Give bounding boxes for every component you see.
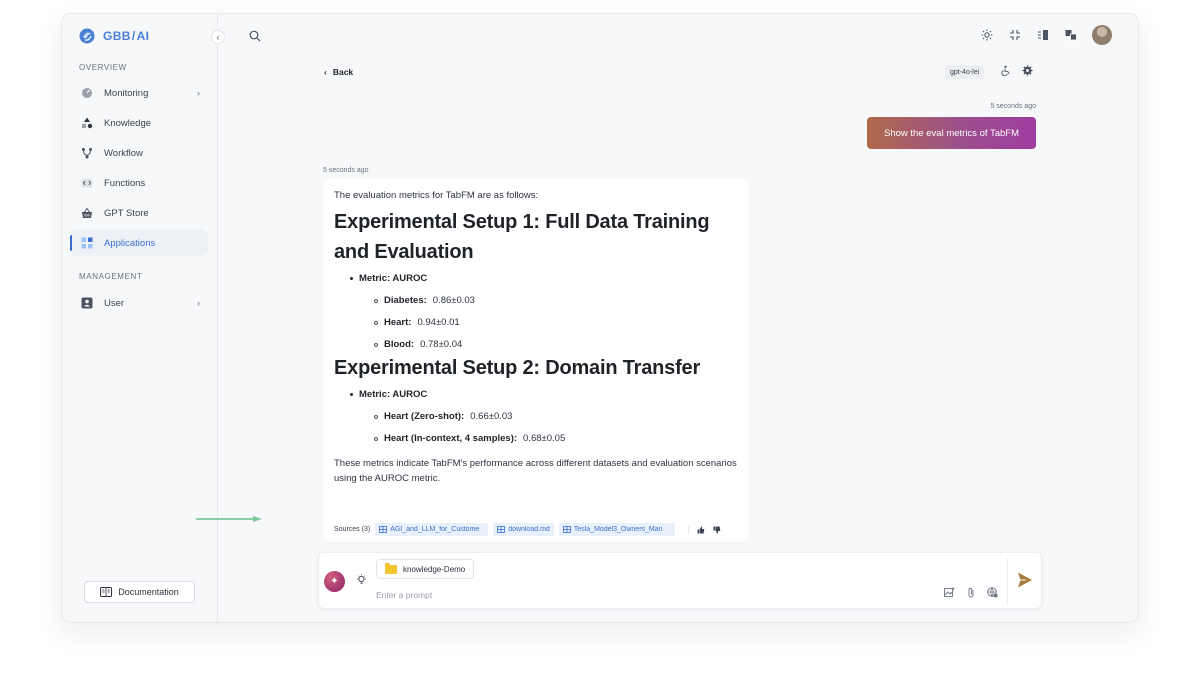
book-icon <box>100 587 113 597</box>
code-icon <box>80 176 94 190</box>
source-chip[interactable]: download.md <box>493 523 554 536</box>
top-toolbar <box>980 25 1112 45</box>
divider <box>1007 558 1008 605</box>
sidebar-item-user[interactable]: User › <box>71 290 208 316</box>
assistant-message: The evaluation metrics for TabFM are as … <box>323 179 749 542</box>
setup2-heading: Experimental Setup 2: Domain Transfer <box>334 357 701 379</box>
sidebar-item-knowledge[interactable]: Knowledge <box>71 110 208 136</box>
folder-icon <box>385 562 397 574</box>
table-icon <box>379 526 388 533</box>
knowledge-chip-label: knowledge-Demo <box>403 564 466 574</box>
add-image-icon[interactable] <box>944 587 955 597</box>
sidebar-item-applications[interactable]: Applications <box>70 230 208 256</box>
user-card-icon <box>80 296 94 310</box>
knowledge-chip[interactable]: knowledge-Demo <box>376 559 475 579</box>
answer-intro: The evaluation metrics for TabFM are as … <box>334 190 539 201</box>
brand-logo-icon <box>79 28 95 44</box>
sun-icon[interactable] <box>980 28 994 42</box>
answer-timestamp: 5 seconds ago <box>323 167 369 174</box>
thumbs-down-icon[interactable] <box>713 526 721 534</box>
brand-name: GBB/AI <box>103 29 150 43</box>
brand[interactable]: GBB/AI <box>79 28 149 44</box>
sidebar-item-label: Workflow <box>104 147 143 159</box>
table-icon <box>562 526 571 533</box>
basket-icon <box>80 206 94 220</box>
setup2-metric: Metric: AUROC <box>350 389 738 400</box>
list-item: Diabetes: 0.86±0.03 <box>374 295 738 306</box>
thumbs-up-icon[interactable] <box>697 526 705 534</box>
sources-row: Sources (3) AGI_and_LLM_for_Custome down… <box>334 523 721 536</box>
web-search-icon[interactable] <box>987 587 998 598</box>
setup1-heading: Experimental Setup 1: Full Data Training… <box>334 211 710 263</box>
sidebar-item-monitoring[interactable]: Monitoring › <box>71 80 208 106</box>
chevron-right-icon: › <box>197 298 200 308</box>
settings-gear-icon[interactable] <box>1022 65 1033 79</box>
sidebar-item-label: GPT Store <box>104 207 149 219</box>
bullet-icon <box>350 393 353 396</box>
bullet-icon <box>374 320 378 325</box>
collapse-icon[interactable] <box>1008 28 1022 42</box>
back-button[interactable]: ‹ Back <box>324 67 353 77</box>
bullet-icon <box>374 342 378 347</box>
sidebar-item-label: Monitoring <box>104 87 149 99</box>
shapes-icon <box>80 116 94 130</box>
bullet-icon <box>374 298 378 303</box>
list-item: Heart (In-context, 4 samples): 0.68±0.05 <box>374 433 738 444</box>
accessibility-icon[interactable] <box>1000 65 1011 79</box>
agent-avatar-icon[interactable]: ✦ <box>324 571 345 592</box>
answer-summary: These metrics indicate TabFM's performan… <box>334 458 737 484</box>
bullet-icon <box>374 436 378 441</box>
app-window: GBB/AI ‹ OVERVIEW Monitoring › Knowledge… <box>61 13 1139 623</box>
section-label-overview: OVERVIEW <box>79 63 127 72</box>
avatar[interactable] <box>1092 25 1112 45</box>
bullet-icon <box>374 414 378 419</box>
translate-icon[interactable] <box>1064 28 1078 42</box>
sidebar-item-label: User <box>104 297 125 309</box>
feedback-controls <box>687 525 721 534</box>
chevron-left-icon: ‹ <box>324 67 327 77</box>
list-item: Heart: 0.94±0.01 <box>374 317 738 328</box>
prompt-box: ✦ knowledge-Demo <box>318 552 1042 609</box>
chevron-left-icon: ‹ <box>216 32 220 42</box>
sidebar-item-label: Functions <box>104 177 146 189</box>
panel-icon[interactable] <box>1036 28 1050 42</box>
collapse-sidebar-button[interactable]: ‹ <box>211 30 225 44</box>
user-message-timestamp: 5 seconds ago <box>990 103 1036 110</box>
sidebar-item-workflow[interactable]: Workflow <box>71 140 208 166</box>
grid-icon <box>80 236 94 250</box>
prompt-input[interactable] <box>376 588 916 602</box>
table-icon <box>497 526 506 533</box>
annotation-arrow-icon <box>196 516 262 522</box>
documentation-button[interactable]: Documentation <box>84 581 195 603</box>
user-message: Show the eval metrics of TabFM <box>867 117 1036 149</box>
source-chip[interactable]: AGI_and_LLM_for_Custome <box>375 523 489 536</box>
sidebar-item-gpt-store[interactable]: GPT Store <box>71 200 208 226</box>
lightbulb-icon[interactable] <box>356 574 367 589</box>
prompt-tools <box>944 587 998 598</box>
search-icon[interactable] <box>249 30 261 42</box>
section-label-management: MANAGEMENT <box>79 272 143 281</box>
sidebar-item-label: Knowledge <box>104 117 152 129</box>
setup1-metric: Metric: AUROC <box>350 273 738 284</box>
send-icon[interactable] <box>1017 571 1033 589</box>
source-chip[interactable]: Tesla_Model3_Owners_Man <box>558 523 675 536</box>
sidebar-item-functions[interactable]: Functions <box>71 170 208 196</box>
model-tag[interactable]: gpt-4o-lei <box>945 65 985 79</box>
branch-icon <box>80 146 94 160</box>
bullet-icon <box>350 277 353 280</box>
sources-label: Sources (3) <box>334 526 371 533</box>
gauge-icon <box>80 86 94 100</box>
documentation-label: Documentation <box>118 587 179 597</box>
sidebar: GBB/AI ‹ OVERVIEW Monitoring › Knowledge… <box>62 14 225 622</box>
back-label: Back <box>332 67 354 77</box>
sidebar-item-label: Applications <box>104 237 156 249</box>
chevron-right-icon: › <box>197 88 200 98</box>
active-indicator <box>70 235 72 251</box>
list-item: Blood: 0.78±0.04 <box>374 339 738 350</box>
paperclip-icon[interactable] <box>967 587 975 598</box>
list-item: Heart (Zero-shot): 0.66±0.03 <box>374 411 738 422</box>
